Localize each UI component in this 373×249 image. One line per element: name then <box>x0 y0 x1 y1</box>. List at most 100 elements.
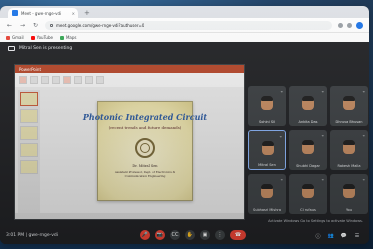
participant-tile[interactable]: ⌁ Mitral Sen <box>248 130 286 170</box>
slide-thumbnail[interactable] <box>20 143 38 157</box>
mic-off-icon: ⌁ <box>321 177 324 182</box>
university-seal-icon <box>135 138 155 158</box>
slide-thumbnail[interactable] <box>20 92 38 106</box>
meet-favicon-icon <box>12 10 18 16</box>
tab-close-icon[interactable]: × <box>72 11 75 16</box>
right-controls: ⓘ 👥 💬 ☰ <box>314 232 361 240</box>
participant-name: Mitral Sen <box>258 163 276 167</box>
participant-name: CI rufaus <box>300 208 316 212</box>
mic-off-icon: ⌁ <box>362 177 365 182</box>
mic-off-icon: ⌁ <box>279 134 282 139</box>
mic-off-icon: ⌁ <box>321 133 324 138</box>
url-text: meet.google.com/gwe-rnge-vdi?authuser=0 <box>56 22 145 28</box>
presenting-text: Mitral Sen is presenting <box>19 45 73 51</box>
current-slide: Photonic Integrated Circuit (recent tren… <box>83 101 207 201</box>
ribbon-icon <box>41 76 49 84</box>
browser-tab-meet[interactable]: Meet - gwe-rnge-vdi × <box>8 8 78 18</box>
slide-presenter: Dr. Mitral Sen <box>132 164 158 168</box>
seal-inner-ring <box>140 143 150 153</box>
camera-toggle-button[interactable]: 📷 <box>155 230 165 240</box>
participant-avatar <box>343 96 355 110</box>
participant-tile[interactable]: ⌁ Subhasri Mishra <box>248 174 286 214</box>
center-controls: 🎤 📷 CC ✋ ▣ ⋮ ☎ <box>140 230 246 240</box>
mic-off-icon: ⌁ <box>321 89 324 94</box>
ribbon-icon <box>52 76 60 84</box>
reload-icon[interactable]: ↻ <box>32 22 39 29</box>
participant-avatar <box>302 96 314 110</box>
participant-tile[interactable]: ⌁ Dhruva Bhusan <box>330 86 368 126</box>
participant-tile[interactable]: ⌁ CI rufaus <box>289 174 327 214</box>
chat-button[interactable]: 💬 <box>340 232 348 240</box>
participant-avatar <box>261 96 273 110</box>
participant-name: Shubhi Dagar <box>296 164 320 168</box>
slide-thumbnails <box>18 90 40 216</box>
participant-tile[interactable]: ⌁ Rakesh Malla <box>330 130 368 170</box>
more-options-button[interactable]: ⋮ <box>215 230 225 240</box>
people-button[interactable]: 👥 <box>327 232 335 240</box>
slide-title: Photonic Integrated Circuit <box>82 112 208 122</box>
ribbon-icon <box>96 76 104 84</box>
participant-name: Ankita Das <box>298 120 318 124</box>
bookmark-gmail[interactable]: Gmail <box>6 35 24 40</box>
captions-button[interactable]: CC <box>170 230 180 240</box>
participant-name: Subhasri Mishra <box>253 208 281 212</box>
browser-address-bar: ← → ↻ meet.google.com/gwe-rnge-vdi?authu… <box>0 18 369 33</box>
participant-name: Dhruva Bhusan <box>335 120 363 124</box>
powerpoint-title-text: PowerPoint <box>19 66 42 72</box>
raise-hand-button[interactable]: ✋ <box>185 230 195 240</box>
bookmark-label-gmail: Gmail <box>12 35 24 40</box>
bookmark-maps[interactable]: Maps <box>59 35 77 40</box>
mic-off-icon: ⌁ <box>362 89 365 94</box>
ribbon-icon <box>63 76 71 84</box>
participant-tile[interactable]: ⌁ Ankita Das <box>289 86 327 126</box>
photo-scene: Meet - gwe-rnge-vdi × + ← → ↻ meet.googl… <box>0 0 373 249</box>
back-arrow-icon[interactable]: ← <box>6 22 13 29</box>
participant-name: Sohini Sil <box>258 120 276 124</box>
forward-arrow-icon[interactable]: → <box>19 22 26 29</box>
participant-tile[interactable]: ⌁ Sohini Sil <box>248 86 286 126</box>
participant-avatar <box>302 184 314 198</box>
bookmark-label-maps: Maps <box>65 35 77 40</box>
presenting-bar: Mitral Sen is presenting <box>0 42 369 54</box>
participant-tile[interactable]: ⌁ You <box>330 174 368 214</box>
mic-off-icon: ⌁ <box>280 177 283 182</box>
bookmark-youtube[interactable]: YouTube <box>30 35 53 40</box>
leave-call-button[interactable]: ☎ <box>230 230 246 240</box>
youtube-icon <box>30 35 35 40</box>
new-tab-button[interactable]: + <box>84 8 90 18</box>
meeting-details-button[interactable]: ⓘ <box>314 232 322 240</box>
slide-thumbnail[interactable] <box>20 109 38 123</box>
browser-tab-title: Meet - gwe-rnge-vdi <box>21 10 62 16</box>
meet-toolbar: 3:01 PM | gwe-rnge-vdi 🎤 📷 CC ✋ ▣ ⋮ ☎ ⓘ … <box>0 224 369 244</box>
slide-thumbnail[interactable] <box>20 126 38 140</box>
participant-avatar <box>343 140 355 154</box>
ribbon-icon <box>30 76 38 84</box>
present-screen-icon <box>8 45 15 51</box>
meeting-info: 3:01 PM | gwe-rnge-vdi <box>6 233 58 238</box>
browser-tab-bar: Meet - gwe-rnge-vdi × + <box>0 6 369 18</box>
powerpoint-body: Photonic Integrated Circuit (recent tren… <box>15 87 244 219</box>
profile-avatar-icon[interactable] <box>356 21 363 29</box>
star-icon[interactable] <box>347 22 352 28</box>
powerpoint-statusbar <box>15 213 244 219</box>
slide-thumbnail[interactable] <box>20 160 38 174</box>
slide-subtitle: (recent trends and future demands) <box>108 125 182 130</box>
laptop-screen: Meet - gwe-rnge-vdi × + ← → ↻ meet.googl… <box>0 6 369 244</box>
bookmark-label-youtube: YouTube <box>36 35 53 40</box>
mic-toggle-button[interactable]: 🎤 <box>140 230 150 240</box>
url-omnibox[interactable]: meet.google.com/gwe-rnge-vdi?authuser=0 <box>45 20 332 30</box>
ribbon-icon <box>85 76 93 84</box>
maps-icon <box>59 35 64 40</box>
participant-avatar <box>343 184 355 198</box>
mic-off-icon: ⌁ <box>362 133 365 138</box>
meet-window: Mitral Sen is presenting PowerPoint Phot… <box>0 42 369 244</box>
powerpoint-titlebar: PowerPoint <box>15 65 244 73</box>
powerpoint-ribbon <box>15 73 244 88</box>
extensions-icon[interactable] <box>338 22 343 28</box>
activities-button[interactable]: ☰ <box>353 232 361 240</box>
mic-off-icon: ⌁ <box>280 89 283 94</box>
ribbon-icon <box>19 76 27 84</box>
present-now-button[interactable]: ▣ <box>200 230 210 240</box>
participant-tile[interactable]: ⌁ Shubhi Dagar <box>289 130 327 170</box>
gmail-icon <box>6 35 10 40</box>
